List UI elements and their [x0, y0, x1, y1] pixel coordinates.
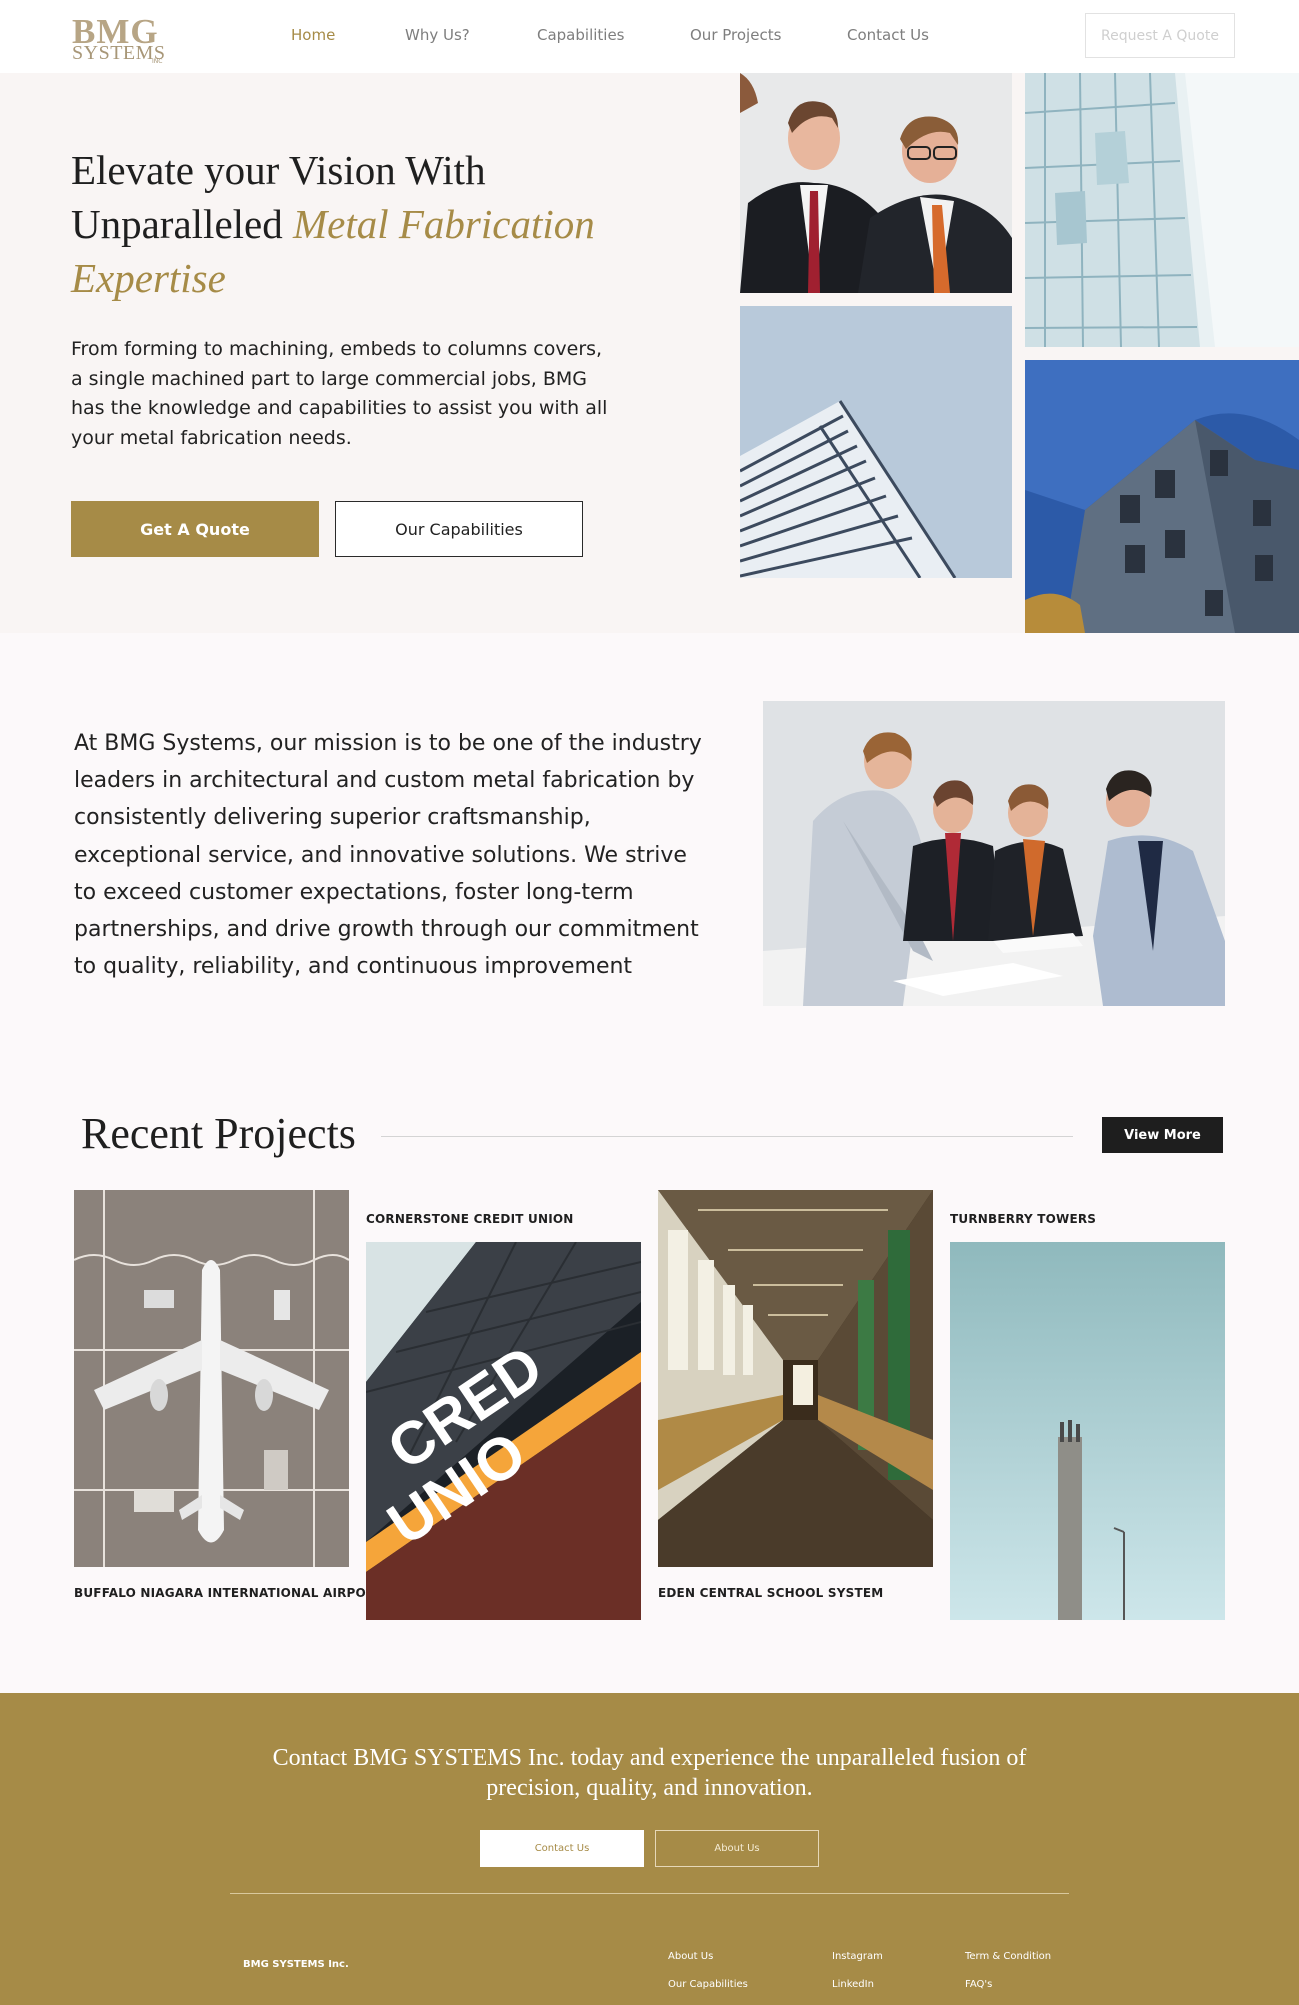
project-image-turnberry[interactable] — [950, 1242, 1225, 1620]
nav-home[interactable]: Home — [291, 26, 335, 44]
nav-why-us[interactable]: Why Us? — [405, 26, 470, 44]
footer-link-about[interactable]: About Us — [668, 1951, 713, 1962]
project-image-airport[interactable] — [74, 1190, 349, 1567]
our-capabilities-button[interactable]: Our Capabilities — [335, 501, 583, 557]
section-divider — [381, 1136, 1073, 1137]
hero-description: From forming to machining, embeds to col… — [71, 338, 608, 449]
footer-contact-button[interactable]: Contact Us — [480, 1830, 644, 1867]
project-label-credit-union[interactable]: CORNERSTONE CREDIT UNION — [366, 1212, 574, 1226]
footer-divider — [230, 1893, 1069, 1894]
hero-title-highlight-2: Expertise — [71, 255, 226, 301]
nav-capabilities[interactable]: Capabilities — [537, 26, 625, 44]
nav-our-projects[interactable]: Our Projects — [690, 26, 781, 44]
hero-title-highlight: Metal Fabrication — [292, 201, 595, 247]
hero-image-businessmen — [740, 73, 1012, 293]
mission-statement: At BMG Systems, our mission is to be one… — [74, 731, 702, 980]
hero-section: Elevate your Vision With Unparalleled Me… — [0, 73, 1299, 633]
footer-link-capabilities[interactable]: Our Capabilities — [668, 1979, 748, 1990]
hero-title-line2: Unparalleled — [71, 201, 293, 247]
bmg-logo[interactable]: BMG SYSTEMS INC — [72, 14, 166, 65]
recent-projects-title: Recent Projects — [81, 1109, 356, 1158]
top-navbar: BMG SYSTEMS INC Home Why Us? Capabilitie… — [0, 0, 1299, 73]
hero-image-striped-building — [740, 306, 1012, 578]
project-image-credit-union[interactable]: CRED UNIO — [366, 1242, 641, 1620]
project-label-school[interactable]: EDEN CENTRAL SCHOOL SYSTEM — [658, 1586, 883, 1600]
get-quote-button[interactable]: Get A Quote — [71, 501, 319, 557]
hero-image-blue-building — [1025, 360, 1299, 633]
footer-headline: Contact BMG SYSTEMS Inc. today and exper… — [272, 1745, 1027, 1801]
hero-title: Elevate your Vision With Unparalleled Me… — [71, 143, 671, 305]
footer-link-linkedin[interactable]: LinkedIn — [832, 1979, 874, 1990]
footer-link-terms[interactable]: Term & Condition — [965, 1951, 1051, 1962]
project-label-airport[interactable]: BUFFALO NIAGARA INTERNATIONAL AIRPORT — [74, 1586, 383, 1600]
view-more-button[interactable]: View More — [1102, 1117, 1223, 1153]
logo-inc-text: INC — [152, 58, 163, 65]
footer-link-instagram[interactable]: Instagram — [832, 1951, 883, 1962]
footer-brand: BMG SYSTEMS Inc. — [243, 1959, 349, 1970]
hero-image-glass-tower — [1025, 73, 1299, 347]
nav-contact-us[interactable]: Contact Us — [847, 26, 929, 44]
mission-image-team-meeting — [763, 701, 1225, 1006]
hero-title-line1: Elevate your Vision With — [71, 147, 486, 193]
footer: Contact BMG SYSTEMS Inc. today and exper… — [0, 1693, 1299, 2005]
project-label-turnberry[interactable]: TURNBERRY TOWERS — [950, 1212, 1096, 1226]
request-quote-button[interactable]: Request A Quote — [1085, 13, 1235, 58]
footer-link-faqs[interactable]: FAQ's — [965, 1979, 992, 1990]
footer-about-button[interactable]: About Us — [655, 1830, 819, 1867]
project-image-school[interactable] — [658, 1190, 933, 1567]
